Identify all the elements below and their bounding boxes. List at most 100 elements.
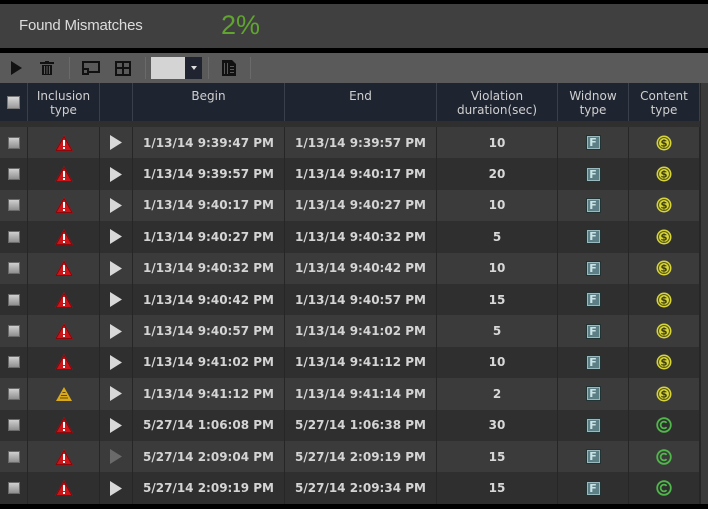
table-row[interactable]: 1/13/14 9:39:57 PM 1/13/14 9:40:17 PM 20 F $ — [0, 158, 708, 190]
play-cell[interactable] — [100, 409, 133, 441]
table-row[interactable]: 5/27/14 1:06:08 PM 5/27/14 1:06:38 PM 30 F — [0, 409, 708, 441]
dollar-icon: $ — [656, 260, 672, 276]
play-cell[interactable] — [100, 158, 133, 190]
table-row[interactable]: 1/13/14 9:40:32 PM 1/13/14 9:40:42 PM 10 F $ — [0, 252, 708, 284]
table-row[interactable]: 1/13/14 9:39:47 PM 1/13/14 9:39:57 PM 10 F $ — [0, 127, 708, 159]
dollar-icon: $ — [656, 166, 672, 182]
row-checkbox[interactable] — [7, 136, 20, 149]
delete-button[interactable] — [37, 53, 57, 83]
row-select-cell[interactable] — [0, 472, 28, 504]
table-row[interactable]: 1/13/14 9:40:42 PM 1/13/14 9:40:57 PM 15 F $ — [0, 284, 708, 316]
play-cell[interactable] — [100, 441, 133, 473]
table-row[interactable]: 1/13/14 9:41:12 PM 1/13/14 9:41:14 PM 2 F $ — [0, 378, 708, 410]
table-row[interactable]: 1/13/14 9:41:02 PM 1/13/14 9:41:12 PM 10 F $ — [0, 346, 708, 379]
end-time: 1/13/14 9:41:12 PM — [295, 355, 426, 370]
begin-cell: 1/13/14 9:39:47 PM — [133, 127, 285, 159]
red-alert-icon — [54, 448, 73, 465]
row-select-cell[interactable] — [0, 221, 28, 253]
row-checkbox[interactable] — [7, 199, 20, 212]
row-checkbox[interactable] — [7, 262, 20, 275]
row-select-cell[interactable] — [0, 346, 28, 379]
row-checkbox[interactable] — [7, 450, 20, 463]
row-select-cell[interactable] — [0, 409, 28, 441]
screen-button[interactable] — [80, 53, 102, 83]
play-icon[interactable] — [110, 260, 122, 276]
play-button[interactable] — [6, 53, 26, 83]
table-row[interactable]: 1/13/14 9:40:57 PM 1/13/14 9:41:02 PM 5 F $ — [0, 315, 708, 347]
end-cell: 1/13/14 9:40:57 PM — [285, 284, 437, 316]
table-row[interactable]: 5/27/14 2:09:04 PM 5/27/14 2:09:19 PM 15 F — [0, 441, 708, 473]
export-button[interactable] — [218, 53, 240, 83]
row-select-cell[interactable] — [0, 252, 28, 284]
row-checkbox[interactable] — [7, 230, 20, 243]
play-cell[interactable] — [100, 189, 133, 222]
play-icon[interactable] — [110, 197, 122, 213]
table-row[interactable]: 1/13/14 9:40:27 PM 1/13/14 9:40:32 PM 5 F $ — [0, 221, 708, 253]
select-all-checkbox[interactable] — [7, 95, 20, 109]
content-type-cell: $ — [629, 378, 700, 410]
row-select-cell[interactable] — [0, 158, 28, 190]
play-icon[interactable] — [110, 480, 122, 496]
header-violation-duration[interactable]: Violation duration(sec) — [437, 83, 558, 121]
inclusion-type-cell — [28, 315, 100, 347]
row-checkbox[interactable] — [7, 293, 20, 306]
vertical-scrollbar[interactable] — [700, 83, 708, 509]
play-icon[interactable] — [110, 417, 122, 433]
red-alert-icon — [54, 228, 73, 245]
header-inclusion-type[interactable]: Inclusion type — [28, 83, 100, 121]
play-cell[interactable] — [100, 127, 133, 159]
play-icon[interactable] — [110, 135, 122, 151]
row-select-cell[interactable] — [0, 189, 28, 222]
content-type-cell: $ — [629, 127, 700, 159]
header-window-type[interactable]: Widnow type — [558, 83, 629, 121]
begin-time: 1/13/14 9:40:27 PM — [143, 229, 274, 244]
row-select-cell[interactable] — [0, 284, 28, 316]
end-cell: 5/27/14 2:09:34 PM — [285, 472, 437, 504]
row-select-cell[interactable] — [0, 315, 28, 347]
filter-dropdown[interactable] — [151, 57, 202, 79]
play-cell[interactable] — [100, 472, 133, 504]
row-checkbox[interactable] — [7, 482, 20, 495]
begin-time: 1/13/14 9:39:47 PM — [143, 135, 274, 150]
layout-button[interactable] — [113, 53, 133, 83]
row-checkbox[interactable] — [7, 325, 20, 338]
row-select-cell[interactable] — [0, 127, 28, 159]
header-select-all[interactable] — [0, 83, 28, 121]
end-cell: 1/13/14 9:40:42 PM — [285, 252, 437, 284]
table-row[interactable]: 5/27/14 2:09:19 PM 5/27/14 2:09:34 PM 15 F — [0, 472, 708, 504]
begin-time: 5/27/14 2:09:19 PM — [143, 481, 274, 496]
play-cell[interactable] — [100, 221, 133, 253]
play-icon[interactable] — [110, 166, 122, 182]
window-type-f-icon: F — [585, 323, 601, 339]
table-row[interactable]: 1/13/14 9:40:17 PM 1/13/14 9:40:27 PM 10 F $ — [0, 189, 708, 222]
toolbar-separator — [250, 57, 251, 79]
row-select-cell[interactable] — [0, 378, 28, 410]
play-icon[interactable] — [110, 229, 122, 245]
end-cell: 5/27/14 2:09:19 PM — [285, 441, 437, 473]
header-play[interactable] — [100, 83, 133, 121]
row-checkbox[interactable] — [7, 356, 20, 369]
window-type-f-icon: F — [585, 386, 601, 402]
begin-cell: 1/13/14 9:40:27 PM — [133, 221, 285, 253]
dropdown-toggle[interactable] — [185, 57, 202, 79]
play-icon[interactable] — [110, 354, 122, 370]
header-content-type[interactable]: Content type — [629, 83, 700, 121]
header-begin[interactable]: Begin — [133, 83, 285, 121]
row-select-cell[interactable] — [0, 441, 28, 473]
row-checkbox[interactable] — [7, 168, 20, 181]
play-cell[interactable] — [100, 346, 133, 379]
play-cell[interactable] — [100, 378, 133, 410]
play-icon[interactable] — [110, 386, 122, 402]
end-cell: 1/13/14 9:41:12 PM — [285, 346, 437, 379]
play-cell[interactable] — [100, 252, 133, 284]
row-checkbox[interactable] — [7, 387, 20, 400]
header-end[interactable]: End — [285, 83, 437, 121]
content-type-cell: $ — [629, 221, 700, 253]
begin-cell: 1/13/14 9:40:42 PM — [133, 284, 285, 316]
play-icon[interactable] — [110, 449, 122, 465]
play-icon[interactable] — [110, 292, 122, 308]
row-checkbox[interactable] — [7, 419, 20, 432]
play-cell[interactable] — [100, 284, 133, 316]
play-icon[interactable] — [110, 323, 122, 339]
play-cell[interactable] — [100, 315, 133, 347]
